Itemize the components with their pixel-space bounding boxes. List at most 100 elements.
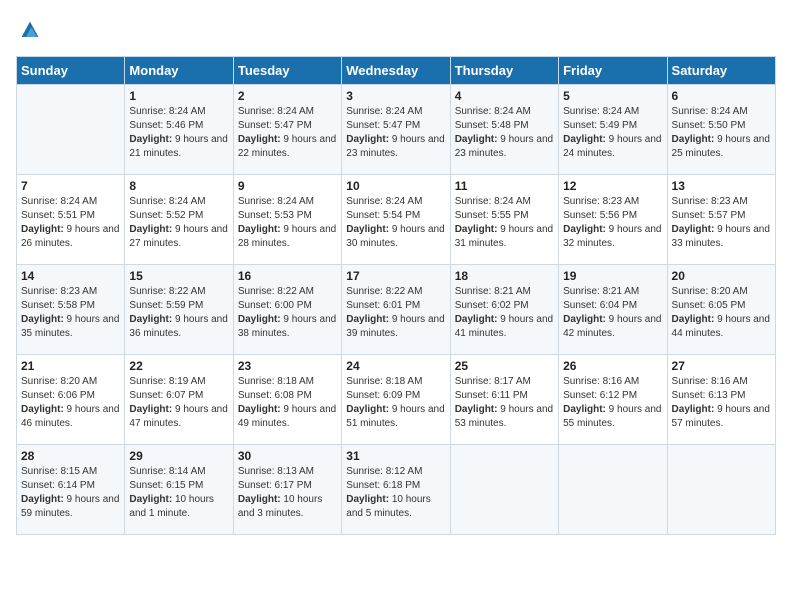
cell-info: Sunrise: 8:24 AMSunset: 5:51 PMDaylight:… (21, 195, 120, 251)
cell-info: Sunrise: 8:22 AMSunset: 5:59 PMDaylight:… (129, 285, 228, 341)
day-cell: 10 Sunrise: 8:24 AMSunset: 5:54 PMDayligh… (342, 175, 450, 265)
week-row-2: 7 Sunrise: 8:24 AMSunset: 5:51 PMDaylight… (17, 175, 776, 265)
day-cell: 2Sunrise: 8:24 AMSunset: 5:47 PMDaylight… (233, 85, 341, 175)
day-number: 30 (238, 449, 337, 463)
day-number: 5 (563, 89, 662, 103)
day-cell: 5 Sunrise: 8:24 AMSunset: 5:49 PMDaylight… (559, 85, 667, 175)
logo-icon (16, 16, 44, 44)
cell-info: Sunrise: 8:24 AMSunset: 5:53 PMDaylight:… (238, 195, 337, 251)
day-number: 12 (563, 179, 662, 193)
day-number: 6 (672, 89, 771, 103)
day-cell: 25 Sunrise: 8:17 AMSunset: 6:11 PMDayligh… (450, 355, 558, 445)
day-number: 17 (346, 269, 445, 283)
cell-info: Sunrise: 8:24 AMSunset: 5:52 PMDaylight:… (129, 195, 228, 251)
day-number: 20 (672, 269, 771, 283)
cell-info: Sunrise: 8:19 AMSunset: 6:07 PMDaylight:… (129, 375, 228, 431)
col-header-sunday: Sunday (17, 57, 125, 85)
day-number: 21 (21, 359, 120, 373)
day-cell: 15 Sunrise: 8:22 AMSunset: 5:59 PMDayligh… (125, 265, 233, 355)
day-cell: 1Sunrise: 8:24 AMSunset: 5:46 PMDaylight… (125, 85, 233, 175)
cell-info: Sunrise: 8:17 AMSunset: 6:11 PMDaylight:… (455, 375, 554, 431)
day-cell: 20 Sunrise: 8:20 AMSunset: 6:05 PMDayligh… (667, 265, 775, 355)
week-row-5: 28 Sunrise: 8:15 AMSunset: 6:14 PMDayligh… (17, 445, 776, 535)
cell-info: Sunrise: 8:22 AMSunset: 6:01 PMDaylight:… (346, 285, 445, 341)
week-row-3: 14Sunrise: 8:23 AMSunset: 5:58 PMDayligh… (17, 265, 776, 355)
day-number: 26 (563, 359, 662, 373)
day-cell: 29 Sunrise: 8:14 AMSunset: 6:15 PMDayligh… (125, 445, 233, 535)
day-number: 19 (563, 269, 662, 283)
day-number: 25 (455, 359, 554, 373)
col-header-thursday: Thursday (450, 57, 558, 85)
day-cell: 16 Sunrise: 8:22 AMSunset: 6:00 PMDayligh… (233, 265, 341, 355)
cell-info: Sunrise: 8:15 AMSunset: 6:14 PMDaylight:… (21, 465, 120, 521)
day-cell: 6 Sunrise: 8:24 AMSunset: 5:50 PMDaylight… (667, 85, 775, 175)
day-number: 8 (129, 179, 228, 193)
day-number: 9 (238, 179, 337, 193)
day-cell: 13 Sunrise: 8:23 AMSunset: 5:57 PMDayligh… (667, 175, 775, 265)
day-cell: 3 Sunrise: 8:24 AMSunset: 5:47 PMDaylight… (342, 85, 450, 175)
cell-info: Sunrise: 8:24 AMSunset: 5:48 PMDaylight:… (455, 105, 554, 161)
cell-info: Sunrise: 8:24 AMSunset: 5:47 PMDaylight:… (346, 105, 445, 161)
day-number: 22 (129, 359, 228, 373)
cell-info: Sunrise: 8:24 AMSunset: 5:46 PMDaylight:… (129, 105, 228, 161)
day-cell: 30 Sunrise: 8:13 AMSunset: 6:17 PMDayligh… (233, 445, 341, 535)
cell-info: Sunrise: 8:24 AMSunset: 5:54 PMDaylight:… (346, 195, 445, 251)
cell-info: Sunrise: 8:13 AMSunset: 6:17 PMDaylight:… (238, 465, 337, 521)
day-cell: 22 Sunrise: 8:19 AMSunset: 6:07 PMDayligh… (125, 355, 233, 445)
day-cell: 28 Sunrise: 8:15 AMSunset: 6:14 PMDayligh… (17, 445, 125, 535)
cell-info: Sunrise: 8:21 AMSunset: 6:02 PMDaylight:… (455, 285, 554, 341)
day-number: 10 (346, 179, 445, 193)
cell-info: Sunrise: 8:20 AMSunset: 6:06 PMDaylight:… (21, 375, 120, 431)
day-cell (667, 445, 775, 535)
day-cell: 23 Sunrise: 8:18 AMSunset: 6:08 PMDayligh… (233, 355, 341, 445)
day-number: 7 (21, 179, 120, 193)
col-header-wednesday: Wednesday (342, 57, 450, 85)
day-cell: 4Sunrise: 8:24 AMSunset: 5:48 PMDaylight… (450, 85, 558, 175)
cell-info: Sunrise: 8:22 AMSunset: 6:00 PMDaylight:… (238, 285, 337, 341)
day-cell: 24Sunrise: 8:18 AMSunset: 6:09 PMDayligh… (342, 355, 450, 445)
day-cell (450, 445, 558, 535)
col-header-friday: Friday (559, 57, 667, 85)
day-cell: 31Sunrise: 8:12 AMSunset: 6:18 PMDayligh… (342, 445, 450, 535)
day-number: 2 (238, 89, 337, 103)
day-cell: 17 Sunrise: 8:22 AMSunset: 6:01 PMDayligh… (342, 265, 450, 355)
cell-info: Sunrise: 8:24 AMSunset: 5:49 PMDaylight:… (563, 105, 662, 161)
week-row-4: 21 Sunrise: 8:20 AMSunset: 6:06 PMDayligh… (17, 355, 776, 445)
day-number: 29 (129, 449, 228, 463)
day-number: 11 (455, 179, 554, 193)
day-number: 18 (455, 269, 554, 283)
day-number: 13 (672, 179, 771, 193)
cell-info: Sunrise: 8:18 AMSunset: 6:09 PMDaylight:… (346, 375, 445, 431)
day-number: 15 (129, 269, 228, 283)
col-header-tuesday: Tuesday (233, 57, 341, 85)
day-number: 3 (346, 89, 445, 103)
cell-info: Sunrise: 8:23 AMSunset: 5:57 PMDaylight:… (672, 195, 771, 251)
logo (16, 16, 48, 44)
cell-info: Sunrise: 8:16 AMSunset: 6:13 PMDaylight:… (672, 375, 771, 431)
day-cell (559, 445, 667, 535)
cell-info: Sunrise: 8:20 AMSunset: 6:05 PMDaylight:… (672, 285, 771, 341)
day-cell: 8 Sunrise: 8:24 AMSunset: 5:52 PMDaylight… (125, 175, 233, 265)
cell-info: Sunrise: 8:23 AMSunset: 5:56 PMDaylight:… (563, 195, 662, 251)
day-number: 14 (21, 269, 120, 283)
day-cell: 19 Sunrise: 8:21 AMSunset: 6:04 PMDayligh… (559, 265, 667, 355)
day-number: 16 (238, 269, 337, 283)
cell-info: Sunrise: 8:18 AMSunset: 6:08 PMDaylight:… (238, 375, 337, 431)
day-cell: 14Sunrise: 8:23 AMSunset: 5:58 PMDayligh… (17, 265, 125, 355)
page-header (16, 16, 776, 44)
day-cell: 7 Sunrise: 8:24 AMSunset: 5:51 PMDaylight… (17, 175, 125, 265)
day-number: 28 (21, 449, 120, 463)
day-cell: 21 Sunrise: 8:20 AMSunset: 6:06 PMDayligh… (17, 355, 125, 445)
day-cell: 18 Sunrise: 8:21 AMSunset: 6:02 PMDayligh… (450, 265, 558, 355)
day-number: 27 (672, 359, 771, 373)
cell-info: Sunrise: 8:14 AMSunset: 6:15 PMDaylight:… (129, 465, 228, 521)
calendar-table: SundayMondayTuesdayWednesdayThursdayFrid… (16, 56, 776, 535)
day-number: 23 (238, 359, 337, 373)
day-cell: 9 Sunrise: 8:24 AMSunset: 5:53 PMDaylight… (233, 175, 341, 265)
day-cell: 26Sunrise: 8:16 AMSunset: 6:12 PMDayligh… (559, 355, 667, 445)
day-cell: 12 Sunrise: 8:23 AMSunset: 5:56 PMDayligh… (559, 175, 667, 265)
cell-info: Sunrise: 8:24 AMSunset: 5:50 PMDaylight:… (672, 105, 771, 161)
col-header-monday: Monday (125, 57, 233, 85)
cell-info: Sunrise: 8:21 AMSunset: 6:04 PMDaylight:… (563, 285, 662, 341)
day-cell (17, 85, 125, 175)
